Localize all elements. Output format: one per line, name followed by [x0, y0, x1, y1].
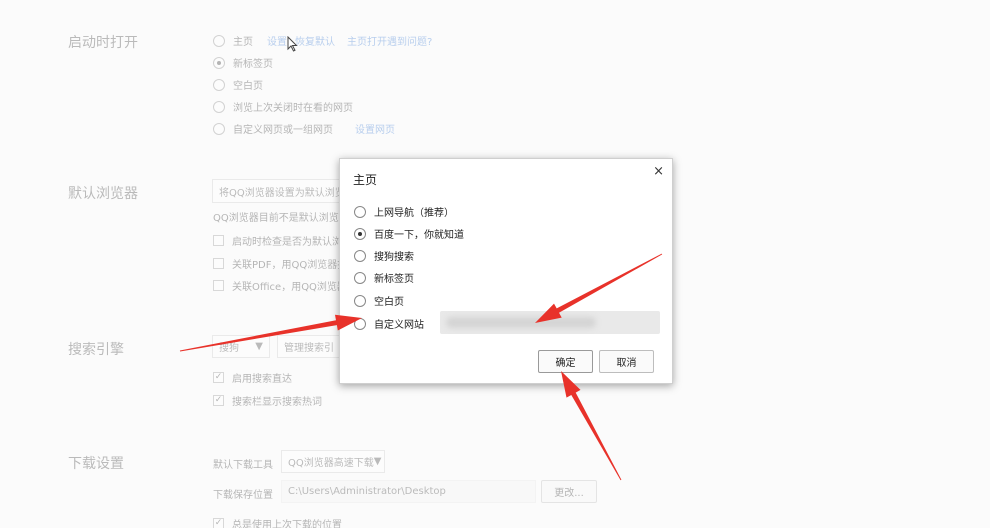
radio-icon[interactable] [354, 317, 366, 330]
startup-last-session-label: 浏览上次关闭时在看的网页 [233, 103, 353, 114]
dialog-option-label: 上网导航（推荐） [374, 208, 454, 219]
default-browser-status: QQ浏览器目前不是默认浏览器 [213, 213, 349, 224]
dialog-option-label: 搜狗搜索 [374, 252, 414, 263]
startup-last-session-option[interactable]: 浏览上次关闭时在看的网页 [213, 99, 353, 114]
dialog-option-sogou[interactable]: 搜狗搜索 [354, 248, 414, 263]
search-suggest-option[interactable]: ✓ 启用搜索直达 [213, 370, 292, 385]
homepage-dialog: 主页 × 上网导航（推荐） 百度一下，你就知道 搜狗搜索 新标签页 空白页 自定… [339, 158, 673, 384]
set-default-browser-button[interactable]: 将QQ浏览器设置为默认浏览 [212, 179, 342, 203]
dialog-option-label: 新标签页 [374, 274, 414, 285]
startup-homepage-label: 主页 [233, 37, 253, 48]
radio-icon[interactable] [213, 122, 225, 135]
startup-blank-label: 空白页 [233, 81, 263, 92]
last-location-option[interactable]: ✓ 总是使用上次下载的位置 [213, 516, 342, 528]
radio-selected-icon[interactable] [354, 227, 366, 240]
download-path-label: 下载保存位置 [213, 490, 273, 501]
dialog-option-label: 空白页 [374, 297, 404, 308]
dialog-option-label: 百度一下，你就知道 [374, 230, 464, 241]
default-browser-section-title: 默认浏览器 [68, 186, 138, 202]
close-icon[interactable]: × [653, 164, 664, 179]
startup-newtab-option[interactable]: 新标签页 [213, 55, 273, 70]
associate-pdf-option[interactable]: 关联PDF，用QQ浏览器打 [213, 256, 347, 271]
check-default-label: 启动时检查是否为默认浏 [232, 237, 342, 248]
change-path-button[interactable]: 更改... [541, 480, 597, 503]
search-suggest-label: 启用搜索直达 [232, 374, 292, 385]
dialog-option-custom[interactable]: 自定义网站 [354, 316, 424, 331]
search-hotwords-label: 搜索栏显示搜索热词 [232, 397, 322, 408]
settings-page: 启动时打开 主页 设置 恢复默认 主页打开遇到问题? 新标签页 空白页 浏览上次… [0, 0, 990, 528]
dialog-option-newtab[interactable]: 新标签页 [354, 270, 414, 285]
homepage-problem-link[interactable]: 主页打开遇到问题? [347, 33, 432, 48]
triangle-down-icon: ▼ [373, 456, 382, 467]
radio-icon[interactable] [213, 78, 225, 91]
homepage-restore-link[interactable]: 恢复默认 [295, 33, 335, 48]
download-tool-value: QQ浏览器高速下载 [288, 458, 374, 469]
mouse-pointer-icon [287, 36, 298, 52]
custom-url-input[interactable] [440, 311, 660, 334]
dialog-option-label: 自定义网站 [374, 320, 424, 331]
associate-office-label: 关联Office，用QQ浏览器 [232, 282, 347, 293]
radio-icon[interactable] [354, 271, 366, 284]
associate-office-option[interactable]: 关联Office，用QQ浏览器 [213, 278, 347, 293]
manage-search-engines-button[interactable]: 管理搜索引 [277, 335, 342, 358]
radio-icon[interactable] [354, 205, 366, 218]
check-default-option[interactable]: 启动时检查是否为默认浏 [213, 233, 342, 248]
startup-homepage-option[interactable]: 主页 设置 恢复默认 主页打开遇到问题? [213, 33, 432, 48]
checkmark-icon[interactable]: ✓ [213, 395, 224, 406]
download-tool-select[interactable]: QQ浏览器高速下载 ▼ [281, 450, 385, 473]
download-path-input[interactable]: C:\Users\Administrator\Desktop [281, 480, 536, 503]
checkmark-icon[interactable]: ✓ [213, 372, 224, 383]
search-hotwords-option[interactable]: ✓ 搜索栏显示搜索热词 [213, 393, 322, 408]
custom-pages-link[interactable]: 设置网页 [355, 121, 395, 136]
download-tool-label: 默认下载工具 [213, 460, 273, 471]
startup-newtab-label: 新标签页 [233, 59, 273, 70]
startup-blank-option[interactable]: 空白页 [213, 77, 263, 92]
search-engine-value: 搜狗 [219, 343, 239, 354]
radio-selected-icon[interactable] [213, 56, 225, 69]
download-section-title: 下载设置 [68, 456, 124, 472]
ok-button[interactable]: 确定 [538, 350, 593, 373]
checkbox-icon[interactable] [213, 258, 224, 269]
last-location-label: 总是使用上次下载的位置 [232, 520, 342, 528]
radio-icon[interactable] [354, 249, 366, 262]
arrow-to-ok-button [561, 371, 622, 481]
cancel-button[interactable]: 取消 [599, 350, 654, 373]
checkmark-icon[interactable]: ✓ [213, 518, 224, 528]
checkbox-icon[interactable] [213, 235, 224, 246]
triangle-down-icon: ▼ [255, 341, 263, 352]
startup-section-title: 启动时打开 [68, 35, 138, 51]
startup-custom-option[interactable]: 自定义网页或一组网页 设置网页 [213, 121, 395, 136]
dialog-option-nav[interactable]: 上网导航（推荐） [354, 204, 454, 219]
homepage-set-link[interactable]: 设置 [267, 33, 287, 48]
dialog-option-baidu[interactable]: 百度一下，你就知道 [354, 226, 464, 241]
checkbox-icon[interactable] [213, 280, 224, 291]
radio-icon[interactable] [213, 34, 225, 47]
radio-icon[interactable] [213, 100, 225, 113]
associate-pdf-label: 关联PDF，用QQ浏览器打 [232, 260, 348, 271]
radio-icon[interactable] [354, 294, 366, 307]
dialog-option-blank[interactable]: 空白页 [354, 293, 404, 308]
search-section-title: 搜索引擎 [68, 342, 124, 358]
blurred-url-text [446, 317, 596, 328]
dialog-title: 主页 [353, 173, 378, 187]
search-engine-select[interactable]: 搜狗 ▼ [212, 335, 270, 358]
startup-custom-label: 自定义网页或一组网页 [233, 125, 333, 136]
